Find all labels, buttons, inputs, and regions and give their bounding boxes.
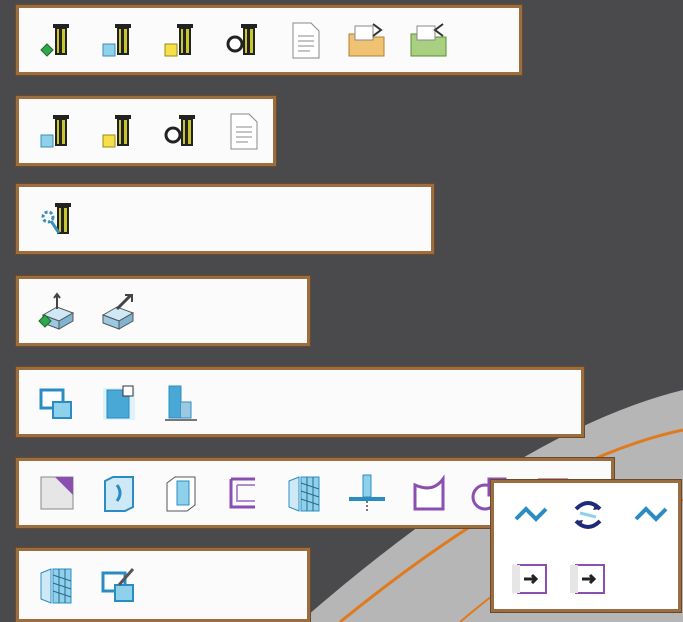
toolbar-tool-settings bbox=[15, 183, 435, 255]
step-feature-icon[interactable] bbox=[155, 376, 207, 428]
face-feature-icon[interactable] bbox=[31, 376, 83, 428]
import-tool-icon[interactable] bbox=[403, 14, 455, 66]
check-icon[interactable] bbox=[504, 489, 556, 541]
tool-report-icon[interactable] bbox=[279, 14, 331, 66]
toolbar-tool-library bbox=[15, 95, 277, 167]
mesh-surface-icon[interactable] bbox=[31, 559, 83, 611]
toolbar-tool-management bbox=[15, 4, 523, 76]
stock-edit-icon[interactable] bbox=[93, 285, 145, 337]
edit-tool-icon[interactable] bbox=[31, 105, 83, 157]
forward-icon[interactable] bbox=[504, 553, 556, 605]
regenerate-icon[interactable] bbox=[562, 489, 614, 541]
toolbar-feature-types bbox=[15, 366, 585, 438]
drill-axis-icon[interactable] bbox=[341, 467, 393, 519]
stock-setup-icon[interactable] bbox=[31, 285, 83, 337]
toolbar-stock-setup bbox=[15, 275, 311, 347]
copy-tool-icon[interactable] bbox=[93, 105, 145, 157]
boss-icon[interactable] bbox=[155, 467, 207, 519]
flyout-panel bbox=[490, 479, 682, 613]
pocket-feature-icon[interactable] bbox=[93, 376, 145, 428]
new-tool-icon[interactable] bbox=[31, 14, 83, 66]
export-tool-icon[interactable] bbox=[341, 14, 393, 66]
profile-icon[interactable] bbox=[217, 467, 269, 519]
forward-alt-icon[interactable] bbox=[562, 553, 614, 605]
edit-surface-icon[interactable] bbox=[93, 559, 145, 611]
find-tool-icon[interactable] bbox=[217, 14, 269, 66]
tool-report-icon[interactable] bbox=[217, 105, 269, 157]
tool-settings-icon[interactable] bbox=[31, 193, 83, 245]
chamfer-icon[interactable] bbox=[31, 467, 83, 519]
contour-icon[interactable] bbox=[403, 467, 455, 519]
surface-mesh-icon[interactable] bbox=[279, 467, 331, 519]
find-tool-icon[interactable] bbox=[155, 105, 207, 157]
toolbar-mesh-tools bbox=[15, 547, 311, 622]
edit-tool-icon[interactable] bbox=[93, 14, 145, 66]
copy-tool-icon[interactable] bbox=[155, 14, 207, 66]
slot-icon[interactable] bbox=[93, 467, 145, 519]
check-alt-icon[interactable] bbox=[624, 489, 676, 541]
